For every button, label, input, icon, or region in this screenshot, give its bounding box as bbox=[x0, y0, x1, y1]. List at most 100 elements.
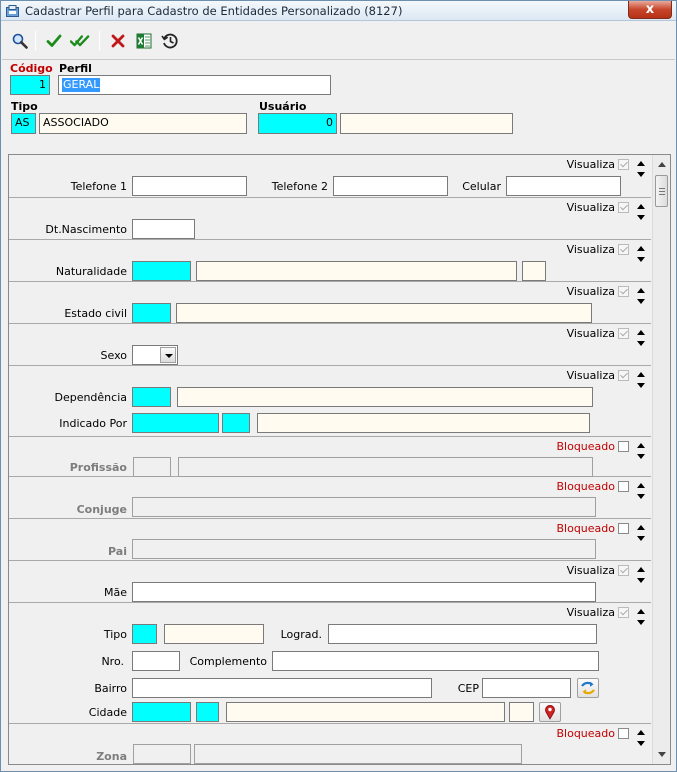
telefone1-input[interactable] bbox=[132, 176, 247, 196]
cidade-uf-input[interactable] bbox=[196, 702, 219, 722]
codigo-input[interactable]: 1 bbox=[10, 75, 50, 95]
usuario-code-input[interactable]: 0 bbox=[258, 113, 337, 134]
flag-checkbox[interactable] bbox=[618, 286, 629, 297]
mae-input[interactable] bbox=[132, 582, 596, 602]
arrow-up-icon[interactable] bbox=[637, 161, 645, 166]
arrow-up-icon[interactable] bbox=[637, 330, 645, 335]
visualiza-toggle[interactable]: Visualiza bbox=[567, 369, 629, 382]
cep-lookup-button[interactable] bbox=[577, 678, 599, 698]
sexo-select[interactable] bbox=[132, 345, 178, 365]
arrow-up-icon[interactable] bbox=[637, 483, 645, 488]
arrow-up-icon[interactable] bbox=[637, 443, 645, 448]
flag-checkbox[interactable] bbox=[618, 244, 629, 255]
reorder-arrows[interactable] bbox=[637, 244, 647, 266]
reorder-arrows[interactable] bbox=[637, 441, 647, 463]
tipo-logradouro-description-field bbox=[164, 624, 264, 644]
arrow-down-icon[interactable] bbox=[637, 454, 645, 459]
reorder-arrows[interactable] bbox=[637, 202, 647, 224]
export-excel-button[interactable] bbox=[134, 31, 154, 51]
search-button[interactable] bbox=[10, 31, 30, 51]
tipo-logradouro-input[interactable] bbox=[132, 624, 157, 644]
tipo-code-input[interactable]: AS bbox=[11, 113, 36, 134]
flag-checkbox[interactable] bbox=[618, 328, 629, 339]
reorder-arrows[interactable] bbox=[637, 286, 647, 308]
confirm-button[interactable] bbox=[44, 31, 64, 51]
arrow-up-icon[interactable] bbox=[637, 288, 645, 293]
confirm-all-button[interactable] bbox=[70, 31, 90, 51]
visualiza-toggle[interactable]: Visualiza bbox=[567, 201, 629, 214]
reorder-arrows[interactable] bbox=[637, 370, 647, 392]
visualiza-toggle[interactable]: Visualiza bbox=[567, 285, 629, 298]
title-bar[interactable]: Cadastrar Perfil para Cadastro de Entida… bbox=[1, 1, 676, 21]
visualiza-toggle[interactable]: Visualiza bbox=[567, 564, 629, 577]
naturalidade-code-input[interactable] bbox=[132, 261, 191, 281]
flag-checkbox[interactable] bbox=[618, 607, 629, 618]
vertical-scrollbar[interactable] bbox=[652, 155, 670, 764]
reorder-arrows[interactable] bbox=[637, 328, 647, 350]
flag-checkbox[interactable] bbox=[618, 728, 629, 739]
bloqueado-toggle[interactable]: Bloqueado bbox=[556, 522, 629, 535]
logradouro-input[interactable] bbox=[328, 624, 597, 644]
scroll-down-button[interactable] bbox=[654, 746, 670, 762]
arrow-down-icon[interactable] bbox=[637, 299, 645, 304]
bloqueado-toggle[interactable]: Bloqueado bbox=[556, 440, 629, 453]
reorder-arrows[interactable] bbox=[637, 565, 647, 587]
reorder-arrows[interactable] bbox=[637, 728, 647, 750]
bloqueado-toggle[interactable]: Bloqueado bbox=[556, 727, 629, 740]
arrow-up-icon[interactable] bbox=[637, 525, 645, 530]
close-button[interactable]: x bbox=[628, 1, 672, 19]
visualiza-toggle[interactable]: Visualiza bbox=[567, 327, 629, 340]
flag-checkbox[interactable] bbox=[618, 481, 629, 492]
telefone2-input[interactable] bbox=[333, 176, 448, 196]
bairro-input[interactable] bbox=[132, 678, 432, 698]
arrow-down-icon[interactable] bbox=[637, 536, 645, 541]
cep-input[interactable] bbox=[482, 678, 571, 698]
flag-checkbox[interactable] bbox=[618, 159, 629, 170]
cidade-code-input[interactable] bbox=[132, 702, 191, 722]
arrow-down-icon[interactable] bbox=[637, 578, 645, 583]
scrollbar-thumb[interactable] bbox=[655, 175, 668, 207]
estado-civil-code-input[interactable] bbox=[132, 303, 171, 323]
scroll-up-button[interactable] bbox=[654, 156, 670, 172]
arrow-up-icon[interactable] bbox=[637, 567, 645, 572]
arrow-down-icon[interactable] bbox=[637, 257, 645, 262]
chevron-down-icon[interactable] bbox=[160, 347, 176, 363]
visualiza-toggle[interactable]: Visualiza bbox=[567, 243, 629, 256]
flag-checkbox[interactable] bbox=[618, 202, 629, 213]
visualiza-toggle[interactable]: Visualiza bbox=[567, 606, 629, 619]
complemento-input[interactable] bbox=[272, 651, 599, 671]
visualiza-toggle[interactable]: Visualiza bbox=[567, 158, 629, 171]
reorder-arrows[interactable] bbox=[637, 159, 647, 181]
indicado-por-type-input[interactable] bbox=[222, 413, 250, 433]
arrow-down-icon[interactable] bbox=[637, 494, 645, 499]
celular-input[interactable] bbox=[506, 176, 621, 196]
arrow-down-icon[interactable] bbox=[637, 341, 645, 346]
arrow-down-icon[interactable] bbox=[637, 383, 645, 388]
bloqueado-toggle[interactable]: Bloqueado bbox=[556, 480, 629, 493]
indicado-por-code-input[interactable] bbox=[132, 413, 219, 433]
arrow-up-icon[interactable] bbox=[637, 246, 645, 251]
flag-checkbox[interactable] bbox=[618, 523, 629, 534]
map-button[interactable] bbox=[539, 702, 561, 722]
fields-panel[interactable]: Visualiza Telefone 1 Telefone 2 Celular … bbox=[8, 154, 671, 765]
flag-checkbox[interactable] bbox=[618, 370, 629, 381]
nascimento-input[interactable] bbox=[132, 219, 195, 239]
reorder-arrows[interactable] bbox=[637, 481, 647, 503]
history-button[interactable] bbox=[160, 31, 180, 51]
arrow-up-icon[interactable] bbox=[637, 609, 645, 614]
cancel-button[interactable] bbox=[108, 31, 128, 51]
flag-checkbox[interactable] bbox=[618, 441, 629, 452]
arrow-down-icon[interactable] bbox=[637, 172, 645, 177]
dependencia-code-input[interactable] bbox=[132, 387, 171, 407]
arrow-up-icon[interactable] bbox=[637, 730, 645, 735]
arrow-down-icon[interactable] bbox=[637, 215, 645, 220]
arrow-up-icon[interactable] bbox=[637, 204, 645, 209]
perfil-input[interactable]: GERAL bbox=[58, 75, 331, 95]
arrow-up-icon[interactable] bbox=[637, 372, 645, 377]
flag-checkbox[interactable] bbox=[618, 565, 629, 576]
reorder-arrows[interactable] bbox=[637, 523, 647, 545]
arrow-down-icon[interactable] bbox=[637, 620, 645, 625]
reorder-arrows[interactable] bbox=[637, 607, 647, 629]
arrow-down-icon[interactable] bbox=[637, 741, 645, 746]
numero-input[interactable] bbox=[132, 651, 180, 671]
